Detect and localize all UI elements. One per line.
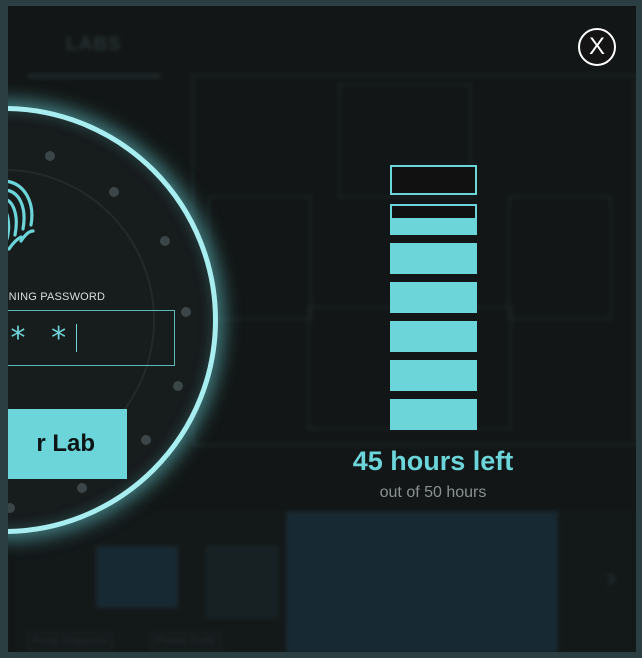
chevron-right-icon: › (606, 561, 616, 594)
decor-dot (77, 483, 87, 493)
meter-segment (390, 165, 477, 195)
enter-lab-button[interactable]: r Lab (8, 409, 127, 479)
decor-dot (8, 503, 15, 513)
decor-dot (141, 435, 151, 445)
lab-bench (208, 196, 312, 320)
thumbnail-strip: Pump Sequence Protein Purify (16, 511, 636, 652)
password-input[interactable]: * * * (8, 310, 175, 366)
meter-segment (390, 360, 477, 391)
hours-left-text: 45 hours left (352, 446, 514, 476)
lab-bench (508, 196, 612, 320)
meter-segment (390, 399, 477, 430)
lab-modal: LABS Pump Sequence Protein Purify › ARNI… (0, 0, 642, 658)
thumbnail (206, 546, 278, 618)
fingerprint-icon (8, 179, 35, 251)
meter-segment (390, 321, 477, 352)
section-underline (28, 74, 160, 78)
decor-dot (181, 307, 191, 317)
text-caret (76, 324, 78, 352)
thumbnail (96, 546, 178, 608)
close-icon: X (588, 33, 605, 60)
decor-dot (160, 236, 170, 246)
password-label: ARNING PASSWORD (0, 291, 106, 303)
close-button[interactable]: X (578, 28, 616, 66)
decor-dot (173, 381, 183, 391)
meter-segment (390, 243, 477, 274)
meter-segment (390, 204, 477, 235)
meter-segment (390, 282, 477, 313)
password-value: * * * (8, 320, 75, 356)
meter-segment-fill (392, 218, 475, 233)
thumbnail (286, 511, 558, 652)
hours-total-text: out of 50 hours (379, 484, 487, 501)
decor-dot (109, 187, 119, 197)
thumbnail-caption: Pump Sequence (28, 633, 112, 650)
thumbnail-caption: Protein Purify (151, 633, 222, 650)
section-title: LABS (66, 34, 122, 55)
decor-dot (45, 151, 55, 161)
